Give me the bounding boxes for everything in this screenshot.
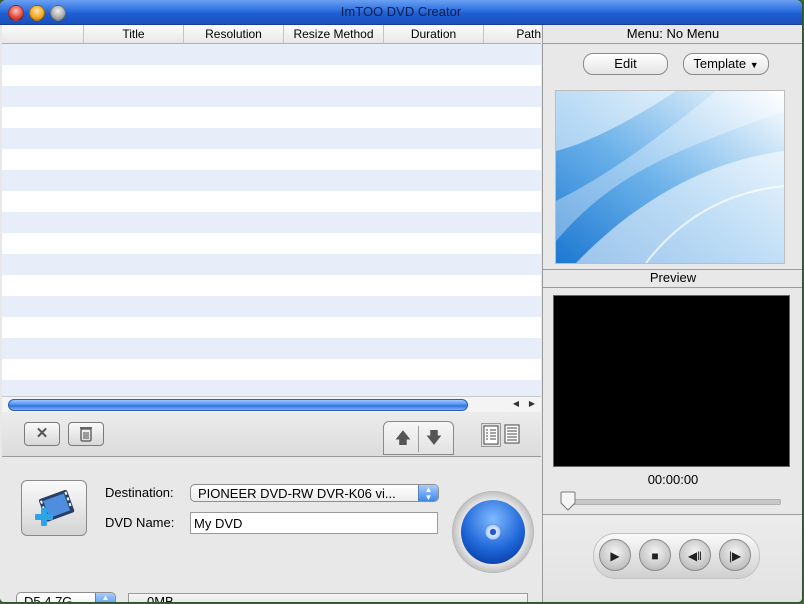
preview-header: Preview — [649, 270, 697, 285]
burn-button[interactable] — [452, 491, 534, 573]
file-list-header: Title Resolution Resize Method Duration … — [2, 25, 541, 44]
remove-button[interactable]: ✕ — [24, 422, 60, 446]
add-video-icon — [35, 489, 75, 526]
dvd-name-input[interactable] — [190, 512, 438, 534]
column-header-resize-method[interactable]: Resize Method — [284, 25, 384, 43]
move-down-button[interactable]: 🡇 — [419, 426, 449, 452]
scroll-left-arrow-icon[interactable]: ◀ — [510, 398, 522, 410]
arrow-up-icon: 🡅 — [394, 430, 412, 447]
play-button[interactable]: ▶ — [599, 539, 631, 571]
stop-button[interactable]: ■ — [639, 539, 671, 571]
column-header-duration[interactable]: Duration — [384, 25, 484, 43]
x-icon: ✕ — [35, 425, 49, 442]
trash-icon — [80, 427, 92, 442]
file-list-pane: Title Resolution Resize Method Duration … — [2, 25, 541, 602]
template-label: Template — [693, 56, 747, 71]
list-view-button[interactable] — [503, 423, 521, 445]
timecode: 00:00:00 — [647, 472, 699, 487]
template-background-image — [556, 91, 784, 263]
preview-video — [553, 295, 790, 467]
menu-header: Menu: No Menu — [626, 26, 720, 41]
list-icon — [504, 424, 520, 444]
column-header-path[interactable]: Path — [484, 25, 541, 43]
step-back-button[interactable]: ◀‖ — [679, 539, 711, 571]
step-forward-icon: |▶ — [728, 549, 742, 563]
column-header-title[interactable]: Title — [84, 25, 184, 43]
menu-template-thumbnail[interactable] — [555, 90, 785, 264]
add-video-button[interactable] — [21, 480, 87, 536]
arrow-down-icon: 🡇 — [425, 430, 443, 447]
player-controls: ▶ ■ ◀‖ |▶ — [543, 514, 802, 602]
move-up-button[interactable]: 🡅 — [388, 426, 419, 452]
column-header-resolution[interactable]: Resolution — [184, 25, 284, 43]
file-list-body[interactable] — [2, 44, 541, 420]
player-buttons-group: ▶ ■ ◀‖ |▶ — [593, 533, 760, 579]
dropdown-caret-icon: ▼ — [749, 60, 759, 70]
detail-view-button[interactable] — [481, 423, 501, 447]
delete-all-button[interactable] — [68, 422, 104, 446]
disc-type-select[interactable]: D5 4.7G ▲▼ — [16, 592, 116, 602]
disc-usage-text: 0MB — [147, 594, 174, 602]
app-window: ImTOO DVD Creator Title Resolution Resiz… — [0, 0, 802, 602]
step-back-icon: ◀‖ — [687, 549, 703, 563]
updown-arrows-icon: ▲▼ — [95, 593, 115, 602]
detail-list-icon — [483, 425, 499, 445]
horizontal-scrollbar[interactable]: ◀ ▶ — [2, 396, 541, 412]
template-dropdown-button[interactable]: Template ▼ — [683, 53, 769, 75]
disc-type-value: D5 4.7G — [24, 594, 73, 602]
disc-icon — [461, 500, 525, 564]
seek-slider-knob[interactable] — [560, 491, 576, 511]
destination-select[interactable]: PIONEER DVD-RW DVR-K06 vi... ▲ ▼ — [190, 484, 439, 502]
move-buttons-group: 🡅 🡇 — [383, 421, 454, 455]
play-icon: ▶ — [610, 549, 620, 563]
disc-usage-bar: 0MB — [128, 593, 528, 602]
dvd-name-label: DVD Name: — [105, 515, 175, 530]
stop-icon: ■ — [651, 549, 659, 563]
list-toolbar: ✕ 🡅 🡇 — [2, 412, 541, 457]
scrollbar-thumb[interactable] — [8, 399, 468, 411]
seek-slider[interactable] — [563, 499, 781, 505]
updown-arrows-icon: ▲▼ — [418, 485, 438, 501]
title-bar[interactable]: ImTOO DVD Creator — [0, 0, 802, 25]
window-title: ImTOO DVD Creator — [340, 4, 462, 19]
destination-label: Destination: — [105, 485, 174, 500]
edit-menu-button[interactable]: Edit — [583, 53, 668, 75]
step-forward-button[interactable]: |▶ — [719, 539, 751, 571]
output-settings: Destination: PIONEER DVD-RW DVR-K06 vi..… — [2, 457, 541, 602]
destination-value: PIONEER DVD-RW DVR-K06 vi... — [198, 486, 396, 501]
column-header-check[interactable] — [2, 25, 84, 43]
scroll-right-arrow-icon[interactable]: ▶ — [526, 398, 538, 410]
side-panel: Menu: No Menu Edit Template ▼ Preview 00… — [542, 25, 802, 602]
